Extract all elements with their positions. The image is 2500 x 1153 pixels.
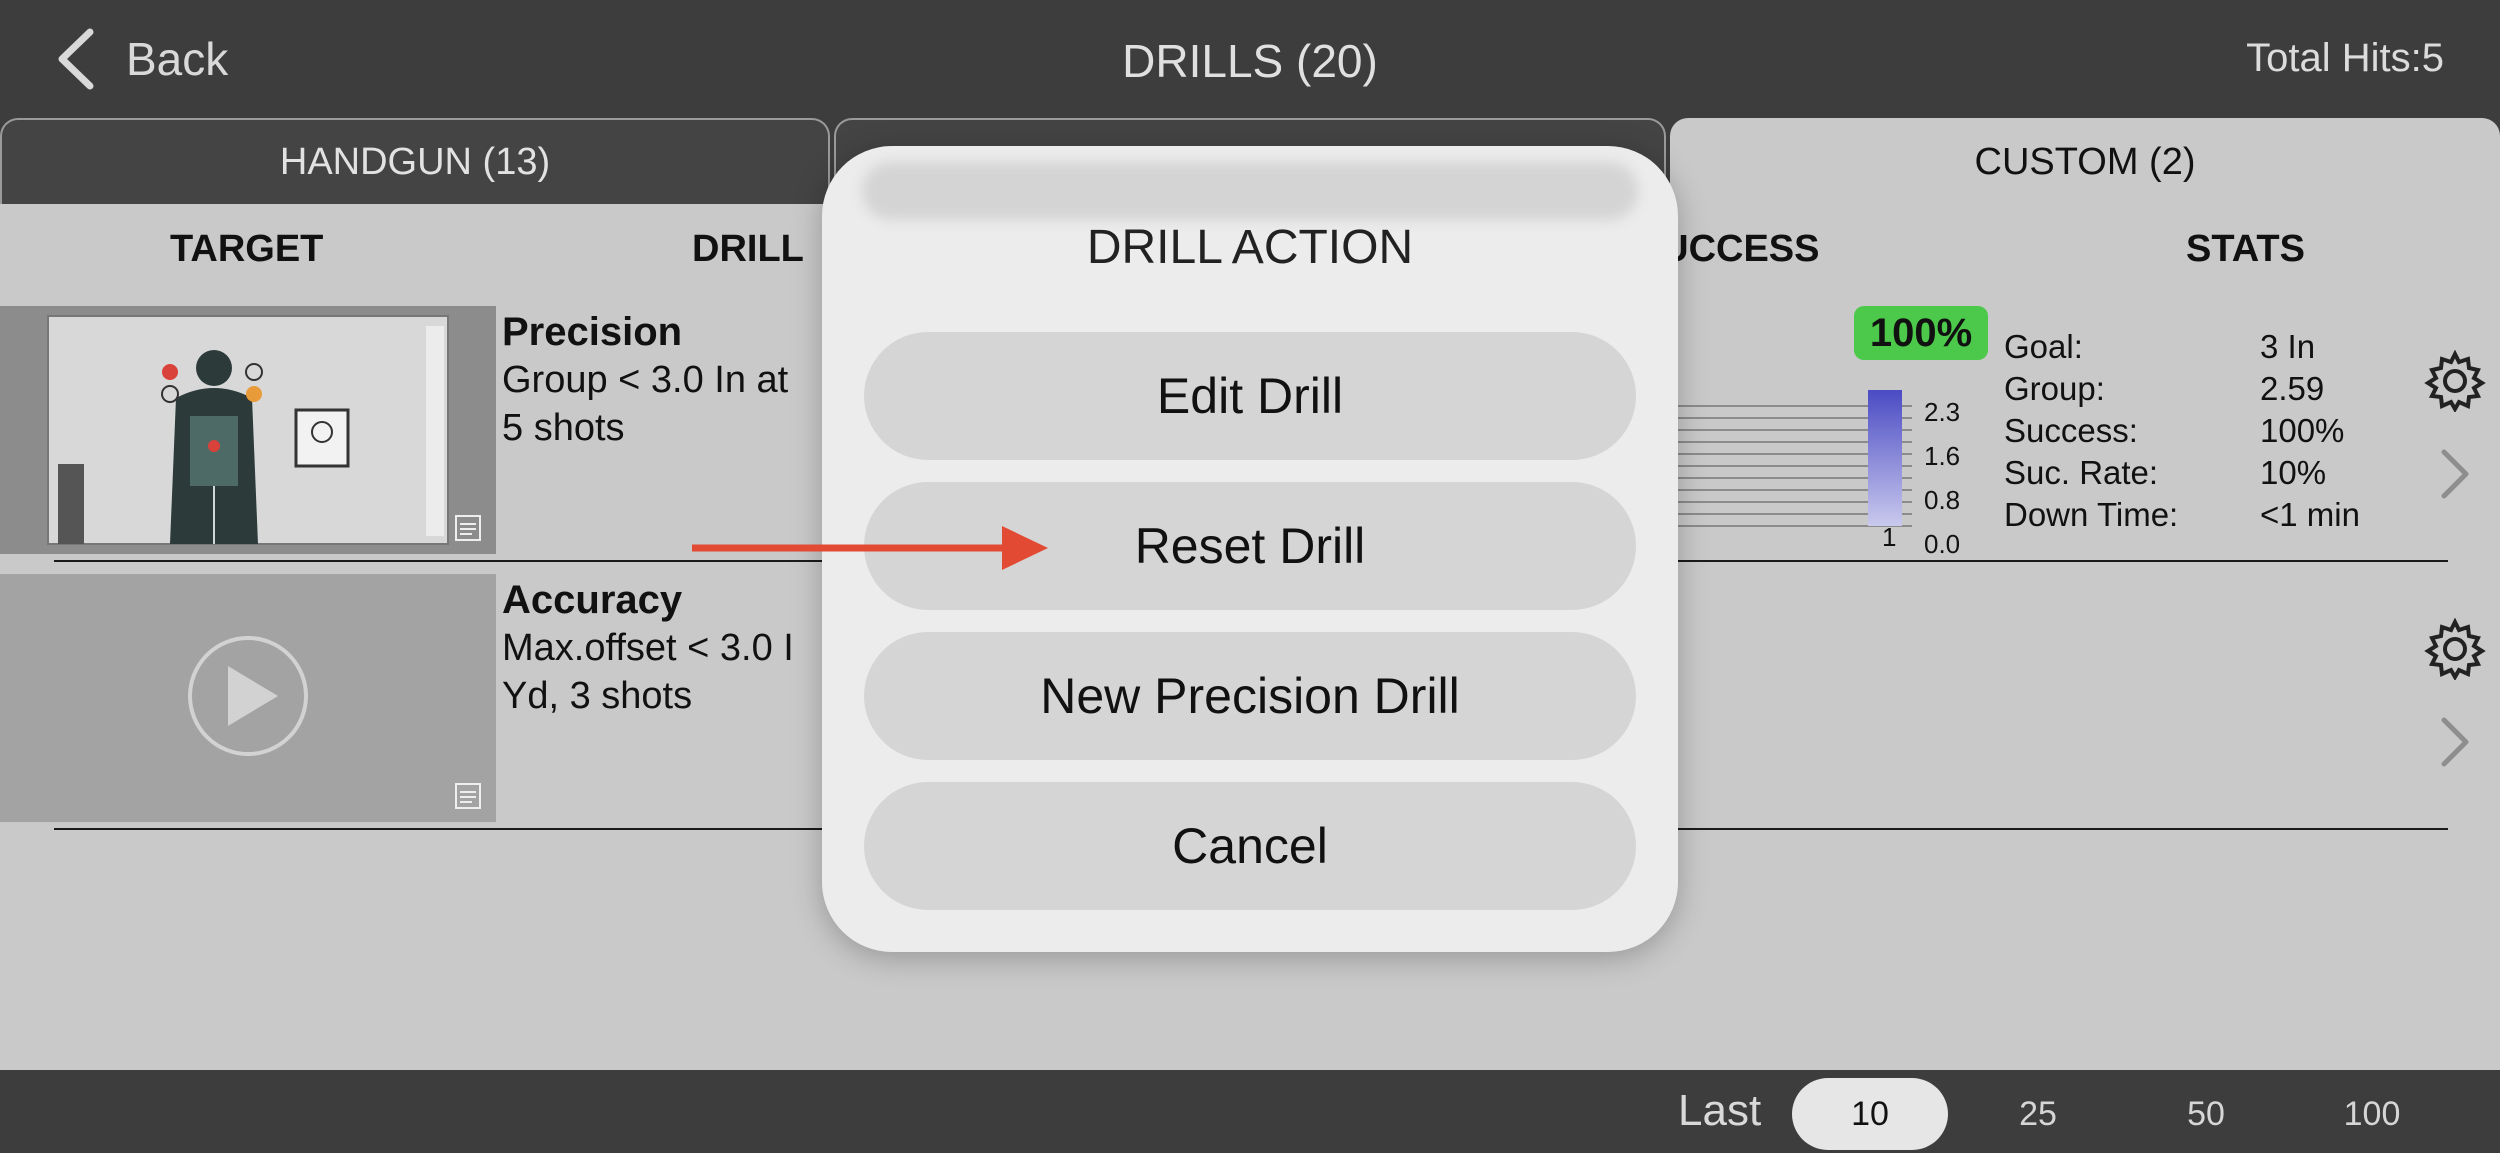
stat-success-value: 100%: [2260, 412, 2345, 449]
bottom-bar: Last 10 25 50 100: [0, 1070, 2500, 1153]
stat-goal-value: 3 In: [2260, 328, 2316, 365]
drill-desc-precision-1: Group < 3.0 In at: [502, 359, 789, 401]
stat-group-value: 2.59: [2260, 370, 2325, 407]
column-stats: STATS: [2186, 228, 2305, 270]
tab-custom[interactable]: CUSTOM (2): [1670, 118, 2500, 204]
chart-tick: 1.6: [1924, 441, 1961, 471]
new-precision-drill-button[interactable]: New Precision Drill: [864, 632, 1636, 760]
chart-tick: 0.8: [1924, 485, 1961, 515]
stat-group-label: Group:: [2004, 370, 2105, 407]
total-hits: Total Hits:5: [2246, 36, 2444, 80]
target-photo: [0, 306, 496, 554]
chevron-right-icon[interactable]: [2440, 448, 2470, 500]
cancel-button[interactable]: Cancel: [864, 782, 1636, 910]
tab-handgun[interactable]: HANDGUN (13): [0, 118, 830, 204]
drill-desc-precision-2: 5 shots: [502, 407, 625, 449]
gear-icon[interactable]: [2424, 618, 2486, 680]
chart-count: 1: [1882, 522, 1897, 552]
column-drill: DRILL: [692, 228, 804, 270]
success-badge: 100%: [1854, 306, 1988, 360]
top-bar: Back DRILLS (20) Total Hits:5: [0, 0, 2500, 118]
last-label: Last: [1678, 1086, 1762, 1135]
chart-bar: [1868, 390, 1902, 526]
stat-rate-label: Suc. Rate:: [2004, 454, 2159, 491]
target-thumbnail-precision[interactable]: [0, 306, 496, 554]
page-title: DRILLS (20): [1122, 35, 1378, 87]
last-option-25[interactable]: 25: [1960, 1078, 2116, 1150]
stat-rate-value: 10%: [2260, 454, 2327, 491]
dialog-blurred-header: [862, 162, 1638, 220]
target-thumbnail-accuracy[interactable]: [0, 574, 496, 822]
drill-name-precision: Precision: [502, 310, 683, 354]
chart-ticks: 2.3 1.6 0.8 0.0: [1924, 390, 1960, 566]
chart-tick: 2.3: [1924, 397, 1961, 427]
last-option-10[interactable]: 10: [1792, 1078, 1948, 1150]
drill-desc-accuracy-1: Max.offset < 3.0 I: [502, 627, 794, 669]
drill-desc-accuracy-2: Yd, 3 shots: [502, 675, 693, 717]
stat-downtime-label: Down Time:: [2004, 496, 2179, 533]
stat-goal-label: Goal:: [2004, 328, 2083, 365]
drill-name-accuracy: Accuracy: [502, 578, 683, 622]
chevron-right-icon[interactable]: [2440, 716, 2470, 768]
column-target: TARGET: [170, 228, 324, 270]
arrow-annotation-icon: [692, 526, 1048, 570]
notes-icon: [455, 515, 481, 541]
dialog-title: DRILL ACTION: [1086, 221, 1414, 274]
last-option-50[interactable]: 50: [2128, 1078, 2284, 1150]
gear-icon[interactable]: [2424, 350, 2486, 412]
notes-icon: [455, 783, 481, 809]
play-icon: [188, 636, 308, 756]
stat-downtime-value: <1 min: [2260, 496, 2360, 533]
stat-success-label: Success:: [2004, 412, 2138, 449]
edit-drill-button[interactable]: Edit Drill: [864, 332, 1636, 460]
last-option-100[interactable]: 100: [2294, 1078, 2450, 1150]
